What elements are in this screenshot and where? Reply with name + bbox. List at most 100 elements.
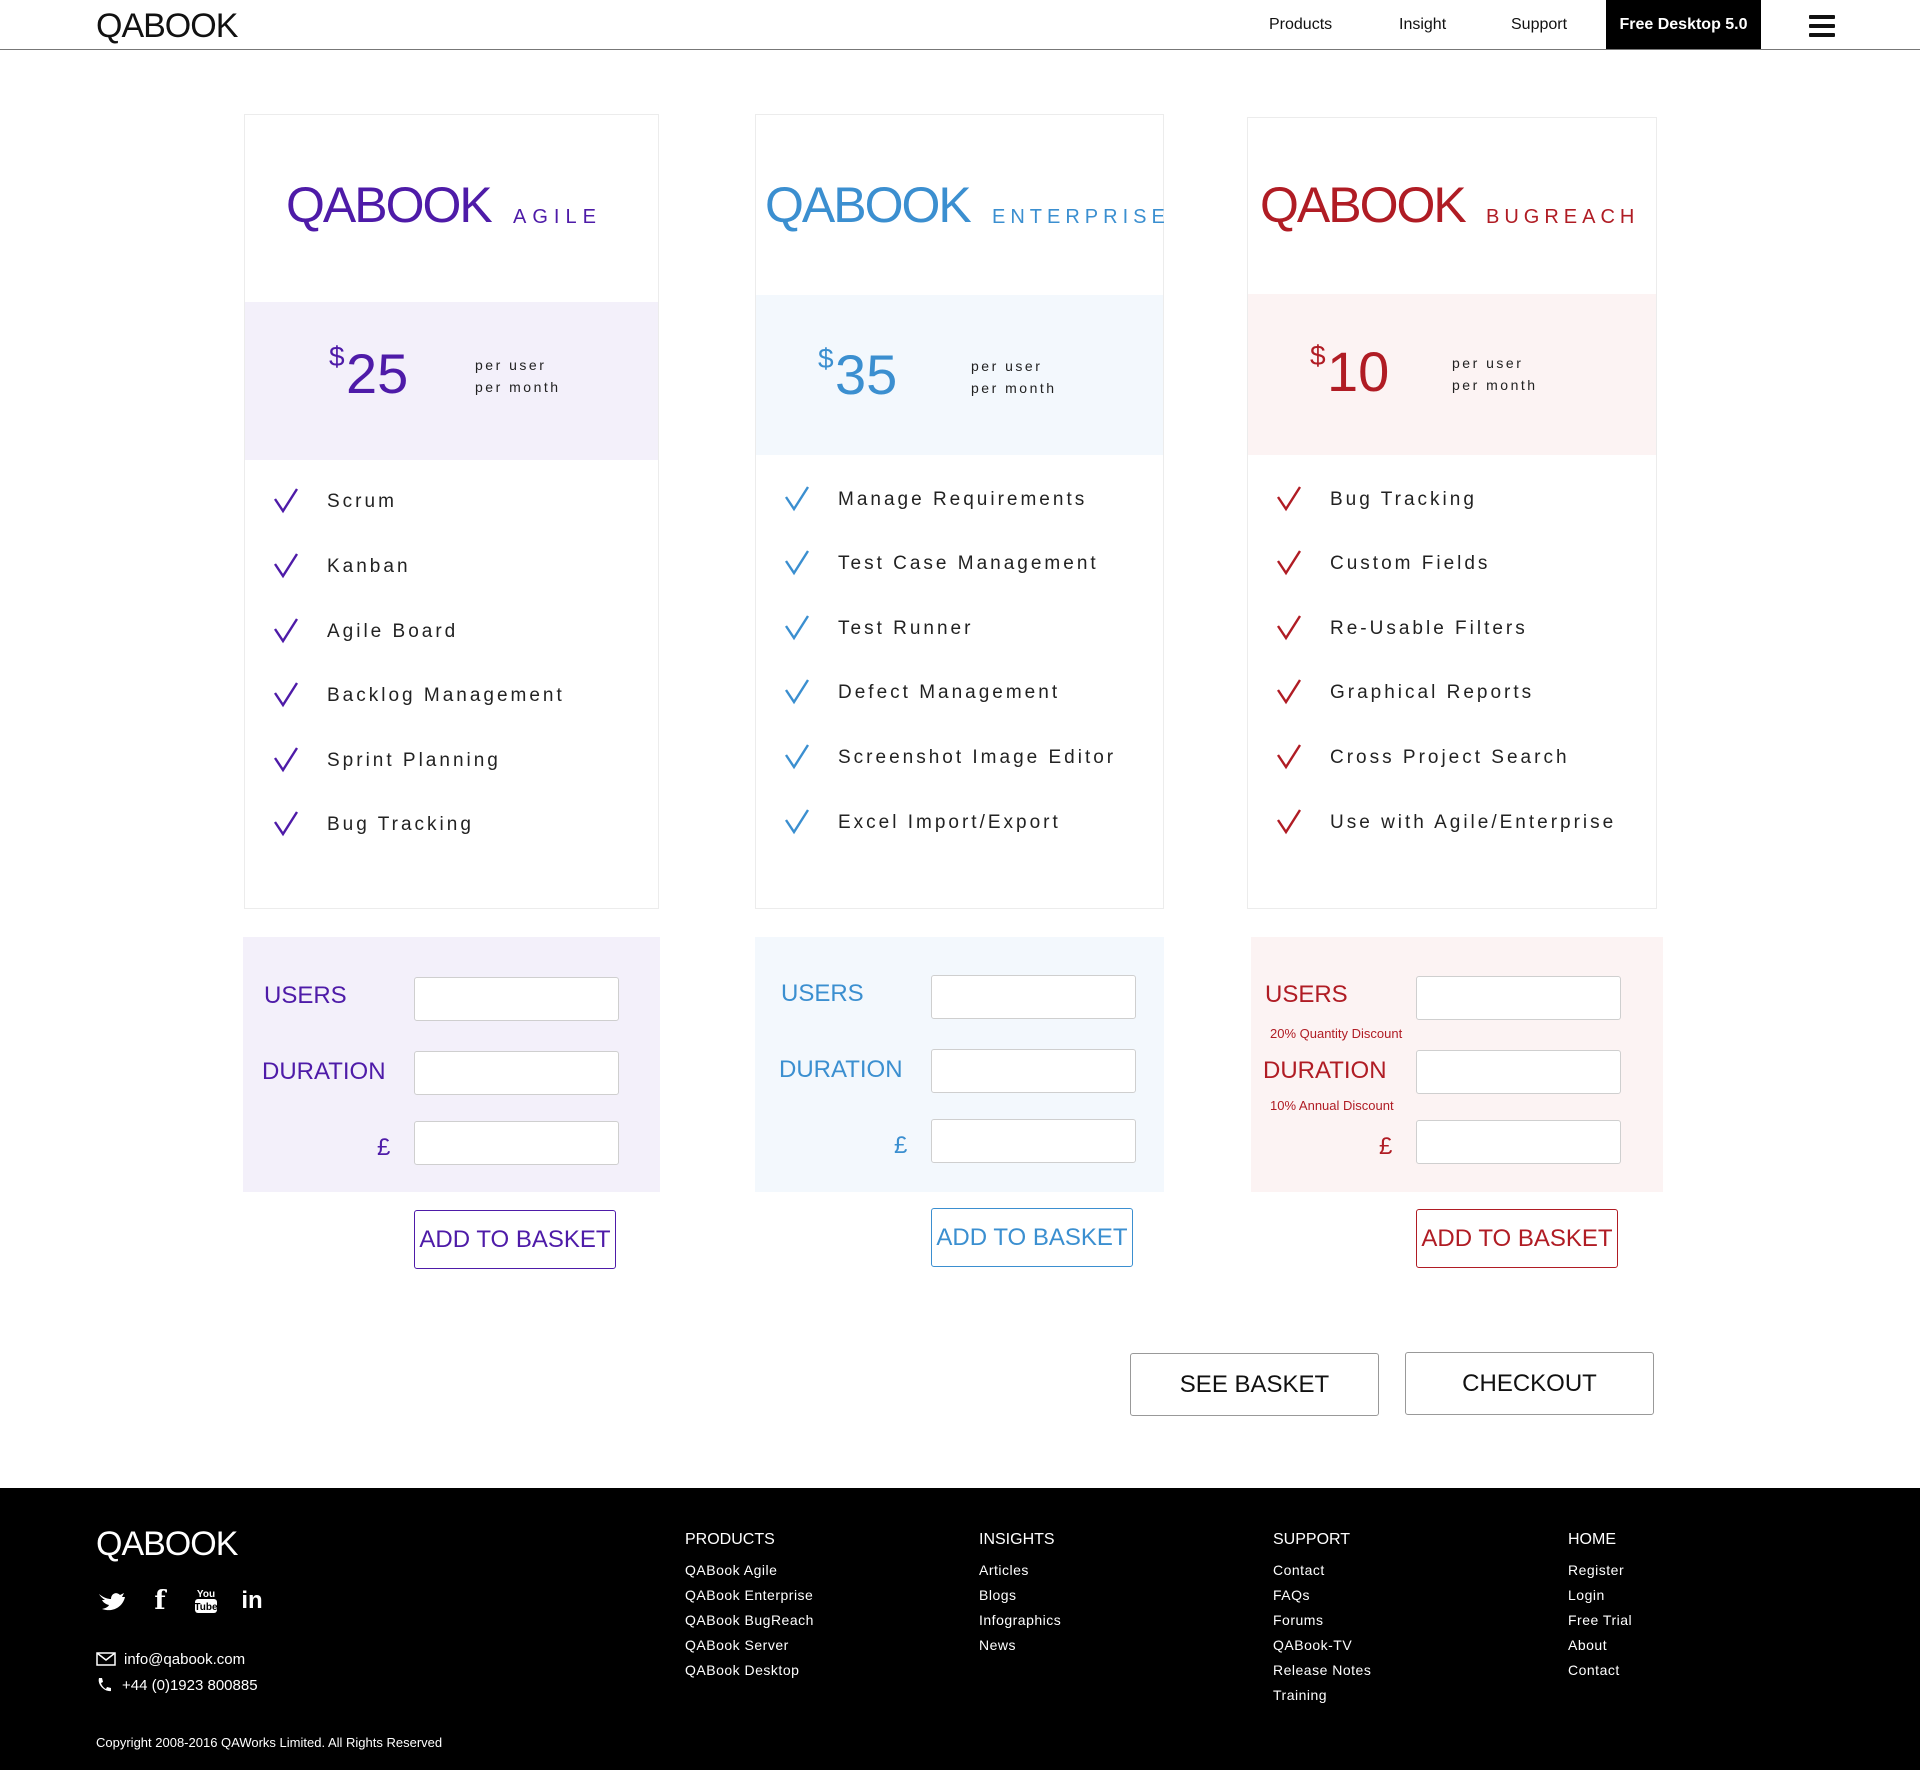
footer-link[interactable]: Articles: [979, 1558, 1061, 1583]
feature-item: Re-Usable Filters: [1248, 614, 1656, 644]
facebook-icon[interactable]: f: [145, 1586, 175, 1616]
svg-text:You: You: [197, 1589, 215, 1600]
footer-link[interactable]: QABook BugReach: [685, 1608, 814, 1633]
duration-label: DURATION: [262, 1058, 386, 1085]
total-input[interactable]: [931, 1119, 1136, 1163]
footer-column-insights: INSIGHTS Articles Blogs Infographics New…: [979, 1530, 1061, 1658]
footer-link[interactable]: Login: [1568, 1583, 1632, 1608]
contact-email[interactable]: info@qabook.com: [96, 1651, 245, 1669]
checkmark-icon: [1277, 615, 1302, 641]
total-input[interactable]: [414, 1121, 619, 1165]
nav-support[interactable]: Support: [1511, 0, 1567, 50]
duration-input[interactable]: [414, 1051, 619, 1095]
checkmark-icon: [1277, 550, 1302, 576]
footer-link[interactable]: Forums: [1273, 1608, 1371, 1633]
feature-label: Test Runner: [838, 618, 974, 639]
add-to-basket-agile-button[interactable]: ADD TO BASKET: [414, 1210, 616, 1269]
feature-item: Scrum: [245, 487, 658, 517]
plan-logo-agile: QABOOK AGILE: [245, 115, 658, 300]
menu-icon[interactable]: [1809, 15, 1835, 37]
nav-products[interactable]: Products: [1269, 0, 1332, 50]
checkout-button[interactable]: CHECKOUT: [1405, 1352, 1654, 1415]
site-logo[interactable]: QABOOK: [96, 6, 238, 46]
plan-card-enterprise: QABOOK ENTERPRISE $ 35 per user per mont…: [755, 114, 1165, 909]
add-to-basket-bugreach-button[interactable]: ADD TO BASKET: [1416, 1209, 1618, 1268]
footer-link[interactable]: QABook Agile: [685, 1558, 814, 1583]
feature-label: Graphical Reports: [1330, 682, 1535, 703]
feature-label: Excel Import/Export: [838, 812, 1061, 833]
total-currency-label: £: [894, 1132, 908, 1159]
users-input[interactable]: [414, 977, 619, 1021]
price-currency: $: [329, 341, 345, 372]
quantity-discount-note: 20% Quantity Discount: [1270, 1026, 1403, 1041]
footer-link[interactable]: Blogs: [979, 1583, 1061, 1608]
footer-link[interactable]: Free Trial: [1568, 1608, 1632, 1633]
feature-label: Test Case Management: [838, 553, 1099, 574]
footer-column-products: PRODUCTS QABook Agile QABook Enterprise …: [685, 1530, 814, 1683]
footer-column-heading: PRODUCTS: [685, 1531, 775, 1548]
add-to-basket-enterprise-button[interactable]: ADD TO BASKET: [931, 1208, 1133, 1267]
duration-input[interactable]: [931, 1049, 1136, 1093]
checkmark-icon: [1277, 679, 1302, 705]
footer-link[interactable]: News: [979, 1633, 1061, 1658]
footer-link[interactable]: FAQs: [1273, 1583, 1371, 1608]
footer-link[interactable]: Infographics: [979, 1608, 1061, 1633]
duration-input[interactable]: [1416, 1050, 1621, 1094]
free-desktop-button[interactable]: Free Desktop 5.0: [1606, 0, 1761, 49]
feature-label: Cross Project Search: [1330, 747, 1570, 768]
plan-logo-enterprise: QABOOK ENTERPRISE: [756, 115, 1165, 300]
logo-sub: ENTERPRISE: [992, 206, 1170, 228]
checkmark-icon: [274, 618, 299, 644]
price-unit-user: per user: [475, 357, 547, 373]
feature-item: Cross Project Search: [1248, 743, 1656, 773]
checkmark-icon: [785, 679, 810, 705]
see-basket-button[interactable]: SEE BASKET: [1130, 1353, 1379, 1416]
footer-link[interactable]: QABook-TV: [1273, 1633, 1371, 1658]
footer-link[interactable]: About: [1568, 1633, 1632, 1658]
checkmark-icon: [274, 488, 299, 514]
footer-link[interactable]: QABook Enterprise: [685, 1583, 814, 1608]
feature-item: Test Case Management: [756, 549, 1163, 579]
checkmark-icon: [274, 682, 299, 708]
plan-card-bugreach: QABOOK BUGREACH $ 10 per user per month …: [1247, 117, 1657, 909]
footer-column-home: HOME Register Login Free Trial About Con…: [1568, 1530, 1632, 1683]
footer-link[interactable]: QABook Desktop: [685, 1658, 814, 1683]
feature-item: Bug Tracking: [1248, 485, 1656, 515]
contact-email-text: info@qabook.com: [124, 1651, 246, 1668]
feature-item: Graphical Reports: [1248, 678, 1656, 708]
users-label: USERS: [1265, 981, 1348, 1008]
footer-link[interactable]: Release Notes: [1273, 1658, 1371, 1683]
feature-item: Backlog Management: [245, 681, 658, 711]
price-band-bugreach: $ 10 per user per month: [1248, 294, 1656, 455]
footer-column-support: SUPPORT Contact FAQs Forums QABook-TV Re…: [1273, 1530, 1371, 1708]
logo-word: QABOOK: [1260, 177, 1467, 233]
feature-label: Custom Fields: [1330, 553, 1491, 574]
footer-link[interactable]: Training: [1273, 1683, 1371, 1708]
checkmark-icon: [1277, 486, 1302, 512]
price-amount: 10: [1327, 340, 1390, 403]
price-currency: $: [818, 343, 834, 374]
youtube-icon[interactable]: You Tube: [191, 1586, 221, 1616]
price-unit-user: per user: [1452, 355, 1524, 371]
nav-insight[interactable]: Insight: [1399, 0, 1446, 50]
total-input[interactable]: [1416, 1120, 1621, 1164]
linkedin-icon[interactable]: in: [237, 1586, 267, 1616]
plan-logo-bugreach: QABOOK BUGREACH: [1248, 118, 1656, 303]
footer-link[interactable]: Contact: [1568, 1658, 1632, 1683]
users-input[interactable]: [1416, 976, 1621, 1020]
twitter-icon[interactable]: [96, 1586, 126, 1616]
feature-label: Sprint Planning: [327, 750, 501, 771]
price-band-enterprise: $ 35 per user per month: [756, 295, 1163, 455]
footer-link[interactable]: Contact: [1273, 1558, 1371, 1583]
footer-link[interactable]: Register: [1568, 1558, 1632, 1583]
users-input[interactable]: [931, 975, 1136, 1019]
feature-item: Test Runner: [756, 614, 1163, 644]
price-unit-user: per user: [971, 358, 1043, 374]
contact-phone[interactable]: +44 (0)1923 800885: [96, 1677, 258, 1695]
feature-label: Manage Requirements: [838, 489, 1088, 510]
feature-item: Custom Fields: [1248, 549, 1656, 579]
annual-discount-note: 10% Annual Discount: [1270, 1098, 1394, 1113]
footer-logo[interactable]: QABOOK: [96, 1524, 238, 1564]
footer-link[interactable]: QABook Server: [685, 1633, 814, 1658]
top-nav-bar: QABOOK Products Insight Support Free Des…: [0, 0, 1920, 50]
